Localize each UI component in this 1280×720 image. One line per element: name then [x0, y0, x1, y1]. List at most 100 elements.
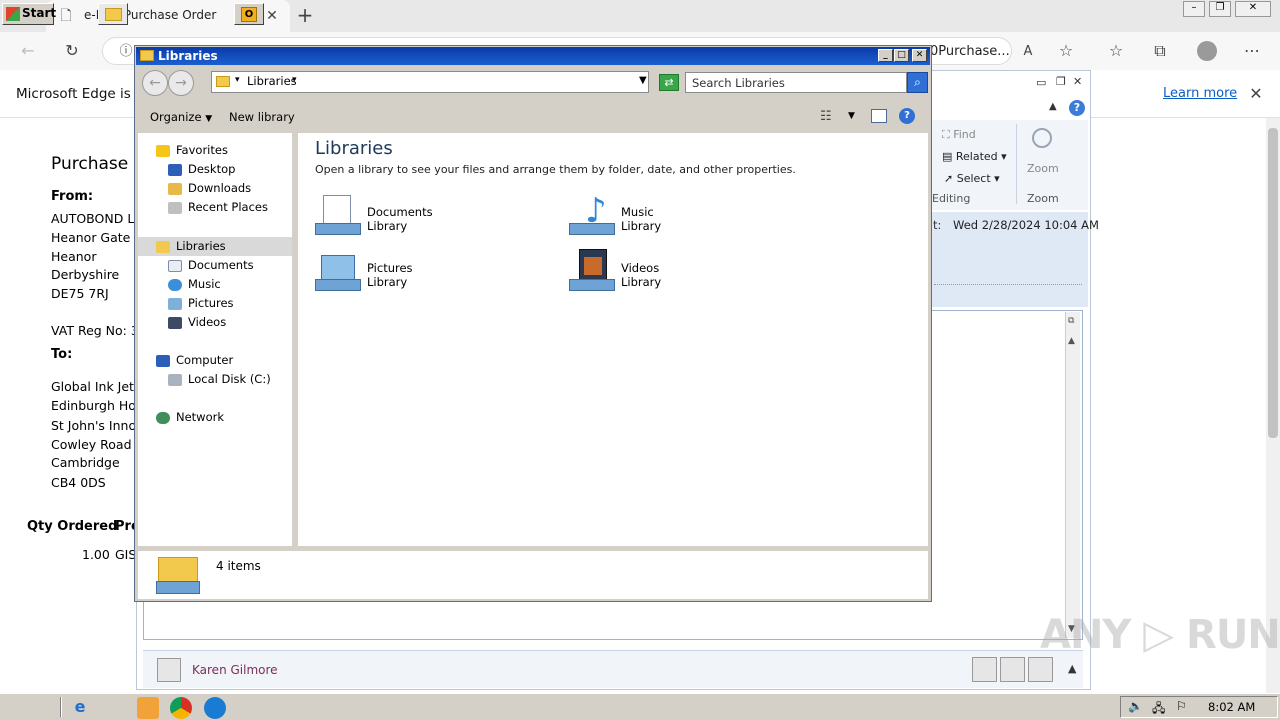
internet-explorer-icon[interactable]: e: [69, 697, 91, 719]
content-description: Open a library to see your files and arr…: [315, 163, 796, 176]
recent-places-icon: [168, 201, 182, 214]
close-tab-icon[interactable]: ✕: [262, 6, 282, 26]
library-item-documents[interactable]: Documents Library: [315, 193, 545, 245]
back-icon[interactable]: ←: [18, 41, 38, 61]
preview-pane-icon[interactable]: [871, 109, 887, 123]
nav-label: Pictures: [188, 296, 234, 310]
library-type: Library: [621, 275, 662, 289]
scroll-page-icon[interactable]: ⧉: [1068, 316, 1074, 326]
learn-more-link[interactable]: Learn more: [1163, 86, 1237, 101]
breadcrumb-libraries[interactable]: Libraries: [247, 74, 297, 88]
library-name: Music: [621, 205, 654, 219]
nav-label: Music: [188, 277, 221, 291]
start-button[interactable]: Start: [2, 3, 56, 25]
profile-avatar[interactable]: [1197, 41, 1217, 61]
outlook-restore-icon[interactable]: ❐: [1056, 75, 1066, 88]
expand-people-icon[interactable]: ▲: [1068, 662, 1076, 675]
outlook-taskbar-button[interactable]: O: [234, 3, 264, 25]
volume-icon[interactable]: 🔈: [1128, 699, 1143, 713]
documents-icon: [168, 259, 182, 272]
scroll-up-icon[interactable]: ▲: [1068, 336, 1075, 346]
nav-music[interactable]: Music: [168, 275, 221, 294]
flag-icon[interactable]: ⚐: [1176, 699, 1187, 713]
library-item-videos[interactable]: Videos Library: [569, 249, 799, 301]
computer-icon: [156, 354, 170, 367]
maximize-icon[interactable]: □: [894, 49, 909, 62]
find-button[interactable]: ⛶ Find: [942, 128, 976, 142]
info-icon[interactable]: ⓘ: [116, 42, 136, 62]
outlook-icon: O: [241, 7, 257, 22]
nav-videos[interactable]: Videos: [168, 313, 226, 332]
new-library-button[interactable]: New library: [229, 110, 295, 124]
library-type: Library: [367, 219, 408, 233]
refresh-icon[interactable]: ↻: [62, 41, 82, 61]
minimize-icon[interactable]: –: [1183, 1, 1205, 17]
minimize-icon[interactable]: _: [878, 49, 893, 62]
breadcrumb-dropdown-icon[interactable]: ▾: [292, 75, 297, 85]
contact-avatar[interactable]: [972, 657, 997, 682]
nav-network[interactable]: Network: [156, 408, 224, 427]
back-icon[interactable]: ←: [142, 70, 168, 96]
nav-desktop[interactable]: Desktop: [168, 160, 235, 179]
command-bar: Organize ▼ New library ☷ ▼ ?: [136, 102, 930, 132]
clock[interactable]: 8:02 AM: [1208, 700, 1255, 714]
view-options-icon[interactable]: ☷: [820, 109, 832, 124]
sender-name[interactable]: Karen Gilmore: [192, 663, 278, 677]
forward-icon[interactable]: →: [168, 70, 194, 96]
outlook-minimize-icon[interactable]: ▭: [1036, 76, 1046, 89]
vat-number: VAT Reg No: 3: [51, 323, 139, 338]
message-scrollbar[interactable]: [1065, 312, 1080, 638]
close-icon[interactable]: ✕: [912, 49, 927, 62]
help-icon[interactable]: ?: [1069, 100, 1085, 116]
breadcrumb-arrow-icon[interactable]: ▾: [235, 75, 240, 85]
library-item-pictures[interactable]: Pictures Library: [315, 249, 545, 301]
new-tab-icon[interactable]: +: [295, 5, 315, 25]
nav-downloads[interactable]: Downloads: [168, 179, 251, 198]
network-tray-icon[interactable]: 🖧: [1152, 699, 1165, 720]
address-dropdown-icon[interactable]: ▼: [639, 75, 647, 86]
network-icon: [156, 411, 170, 424]
more-icon[interactable]: ⋯: [1242, 41, 1262, 61]
zoom-button-label[interactable]: Zoom: [1027, 162, 1059, 175]
help-icon[interactable]: ?: [899, 108, 915, 124]
organize-button[interactable]: Organize ▼: [150, 110, 212, 124]
chrome-icon[interactable]: [170, 697, 192, 719]
search-icon[interactable]: ⌕: [907, 72, 928, 93]
view-dropdown-icon[interactable]: ▼: [848, 111, 855, 121]
restore-icon[interactable]: ❐: [1209, 1, 1231, 17]
favorites-icon[interactable]: ☆: [1106, 41, 1126, 61]
nav-pictures[interactable]: Pictures: [168, 294, 234, 313]
nav-favorites[interactable]: Favorites: [156, 141, 228, 160]
outlook-close-icon[interactable]: ✕: [1073, 75, 1082, 88]
library-item-music[interactable]: ♪ Music Library: [569, 193, 799, 245]
add-favorite-icon[interactable]: ☆: [1056, 41, 1076, 61]
edge-icon[interactable]: [204, 697, 226, 719]
pictures-library-icon: [315, 249, 363, 295]
media-player-icon[interactable]: [137, 697, 159, 719]
explorer-taskbar-button[interactable]: [98, 3, 128, 25]
contact-avatar[interactable]: [1000, 657, 1025, 682]
nav-libraries[interactable]: Libraries: [156, 237, 226, 256]
search-placeholder: Search Libraries: [692, 76, 785, 90]
refresh-icon[interactable]: ⇄: [659, 74, 679, 91]
related-button[interactable]: ▤ Related ▾: [942, 150, 1007, 163]
nav-label: Videos: [188, 315, 227, 329]
nav-local-disk[interactable]: Local Disk (C:): [168, 370, 271, 389]
select-button[interactable]: ➚ Select ▾: [944, 172, 1000, 185]
collections-icon[interactable]: ⧉: [1150, 41, 1170, 61]
nav-label: Local Disk (C:): [188, 372, 271, 386]
explorer-title-bar[interactable]: Libraries _ □ ✕: [136, 47, 930, 65]
nav-computer[interactable]: Computer: [156, 351, 233, 370]
close-window-icon[interactable]: ✕: [1235, 1, 1271, 17]
qty-header: Qty Ordered: [27, 519, 118, 534]
read-aloud-icon[interactable]: A: [1018, 42, 1038, 62]
contact-avatar[interactable]: [1028, 657, 1053, 682]
sent-value: Wed 2/28/2024 10:04 AM: [953, 218, 1099, 232]
page-scrollbar-thumb[interactable]: [1268, 128, 1278, 438]
nav-label: Documents: [188, 258, 254, 272]
zoom-icon[interactable]: [1032, 128, 1052, 148]
ribbon-collapse-icon[interactable]: ▲: [1049, 101, 1057, 112]
nav-recent-places[interactable]: Recent Places: [168, 198, 268, 217]
nav-documents[interactable]: Documents: [168, 256, 254, 275]
close-infobar-icon[interactable]: ✕: [1246, 84, 1266, 104]
